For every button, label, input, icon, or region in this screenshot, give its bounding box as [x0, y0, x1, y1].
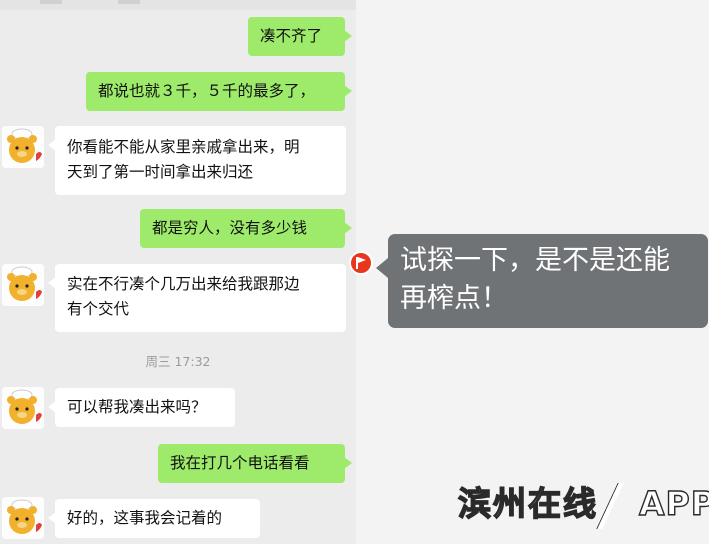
annotation-line: 再榨点！ [400, 283, 508, 314]
avatar[interactable] [2, 497, 44, 539]
received-message[interactable]: 好的，这事我会记着的 [48, 499, 260, 538]
bear-avatar-icon [2, 387, 44, 429]
bear-avatar-icon [2, 497, 44, 539]
received-message[interactable]: 实在不行凑个几万出来给我跟那边 有个交代 [48, 264, 346, 332]
watermark-name: 滨州在线 [457, 483, 598, 523]
annotation-callout: 试探一下，是不是还能 再榨点！ [376, 234, 708, 328]
watermark-app: APP [638, 483, 709, 523]
slash-icon [597, 482, 644, 529]
avatar[interactable] [2, 126, 44, 168]
message-text: 可以帮我凑出来吗？ [67, 398, 207, 416]
annotation-line: 试探一下，是不是还能 [400, 245, 670, 276]
message-text: 都说也就３千，５千的最多了， [98, 82, 316, 100]
received-message[interactable]: 你看能不能从家里亲戚拿出来，明 天到了第一时间拿出来归还 [48, 126, 346, 195]
message-line: 你看能不能从家里亲戚拿出来，明 [67, 138, 300, 156]
top-strip [0, 0, 356, 10]
message-text: 都是穷人，没有多少钱 [152, 219, 308, 237]
avatar[interactable] [2, 387, 44, 429]
received-message[interactable]: 可以帮我凑出来吗？ [48, 388, 235, 427]
sent-message[interactable]: 凑不齐了 [248, 17, 352, 56]
watermark-logo: 滨州在线 APP [457, 478, 709, 530]
sent-message[interactable]: 我在打几个电话看看 [158, 444, 352, 483]
message-timestamp: 周三 17:32 [145, 354, 211, 369]
sent-message[interactable]: 都说也就３千，５千的最多了， [86, 72, 352, 111]
sent-message[interactable]: 都是穷人，没有多少钱 [140, 209, 352, 248]
bear-avatar-icon [2, 264, 44, 306]
message-text: 好的，这事我会记着的 [67, 509, 223, 527]
message-text: 凑不齐了 [260, 27, 323, 45]
bear-avatar-icon [2, 126, 44, 168]
message-line: 天到了第一时间拿出来归还 [67, 163, 254, 181]
message-line: 实在不行凑个几万出来给我跟那边 [67, 275, 300, 293]
message-line: 有个交代 [67, 300, 130, 318]
chat-pane: 凑不齐了 都说也就３千，５千的最多了， 你看能不能从家里亲戚拿出来，明 天到了第… [0, 0, 356, 544]
avatar[interactable] [2, 264, 44, 306]
flag-icon [349, 251, 373, 275]
message-text: 我在打几个电话看看 [170, 454, 310, 472]
